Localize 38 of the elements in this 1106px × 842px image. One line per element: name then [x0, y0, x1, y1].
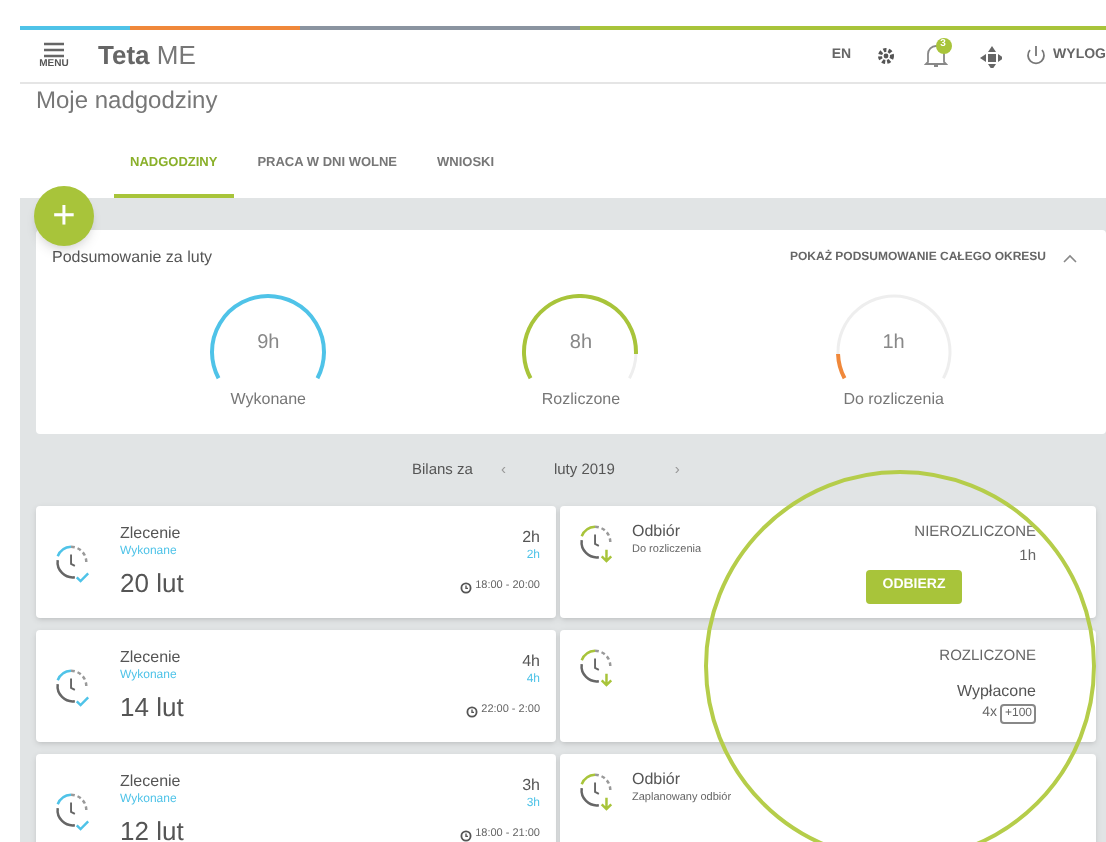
app-logo: Teta ME — [98, 38, 196, 75]
clock-arrow-icon — [576, 770, 616, 812]
clock-check-icon — [52, 541, 92, 583]
gauge-label: Do rozliczenia — [843, 388, 944, 412]
gauge-track — [629, 353, 639, 379]
gauge-label: Wykonane — [230, 388, 307, 412]
bell-icon[interactable] — [923, 44, 948, 68]
entry-date: 20 lut — [120, 565, 186, 601]
summary-title: Podsumowanie za luty — [52, 246, 213, 270]
gauge-value: 8h — [567, 330, 595, 358]
entry-date: 12 lut — [120, 813, 186, 842]
entry-title: Zlecenie — [120, 771, 183, 791]
clock-check-icon — [52, 789, 92, 831]
clock-icon — [459, 829, 472, 841]
entry-hours: 3h — [522, 776, 540, 797]
gauge-value: 9h — [255, 330, 282, 358]
clock-icon — [465, 705, 478, 717]
entry-date: 14 lut — [120, 689, 186, 725]
clock-icon — [459, 581, 472, 593]
entry-hours: 2h — [522, 528, 540, 549]
collapse-icon[interactable] — [1062, 253, 1078, 263]
clock-arrow-icon — [576, 646, 616, 688]
clock-arrow-icon — [576, 522, 616, 564]
gauge-value: 1h — [880, 330, 907, 358]
entry-title: Zlecenie — [120, 523, 183, 543]
clock-check-icon — [52, 665, 92, 707]
entry-hours: 4h — [522, 652, 540, 673]
settings-icon[interactable] — [875, 46, 896, 66]
entry-title: Odbiór — [632, 770, 683, 790]
gauge-track — [836, 294, 952, 379]
page-title: Moje nadgodziny — [36, 84, 220, 116]
entry-title: Odbiór — [632, 522, 683, 542]
move-icon[interactable] — [979, 45, 1002, 67]
payout-label: Wypłacone — [956, 682, 1036, 702]
entry-title: Zlecenie — [120, 647, 183, 667]
gauge-label: Rozliczone — [541, 388, 621, 412]
menu-icon — [42, 42, 66, 58]
power-icon — [1023, 44, 1048, 68]
